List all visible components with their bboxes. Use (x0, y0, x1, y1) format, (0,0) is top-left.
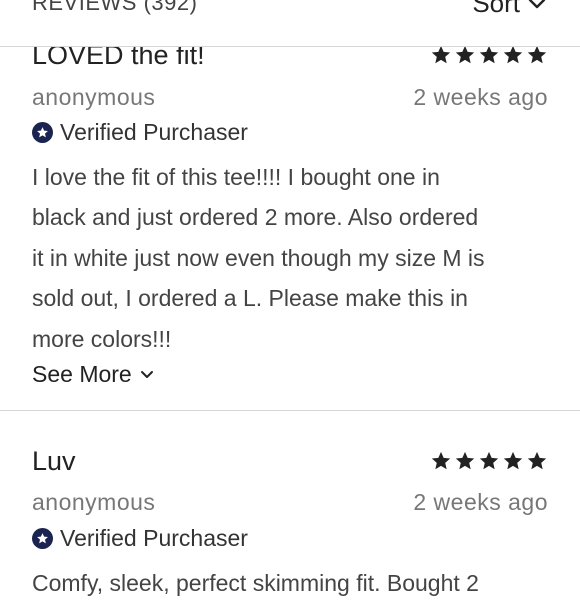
reviews-count: REVIEWS (392) (32, 0, 198, 15)
star-rating (430, 44, 548, 66)
verified-purchaser: Verified Purchaser (32, 119, 248, 146)
star-icon (479, 451, 499, 470)
see-more-button[interactable]: See More (32, 361, 154, 388)
star-icon (503, 451, 523, 470)
star-icon (455, 45, 475, 64)
review-body-line: it in white just now even though my size… (32, 244, 485, 271)
star-icon (455, 451, 475, 470)
review-date: 2 weeks ago (413, 84, 548, 110)
review-author: anonymous (32, 489, 156, 515)
verified-label: Verified Purchaser (60, 119, 248, 145)
review-body-line: sold out, I ordered a L. Please make thi… (32, 285, 468, 312)
star-icon (431, 45, 451, 64)
verified-label: Verified Purchaser (60, 525, 248, 551)
review-date: 2 weeks ago (413, 489, 548, 515)
see-more-label: See More (32, 361, 132, 387)
review-divider (0, 410, 580, 411)
review-title: Luv (32, 446, 76, 476)
review-body-line: Comfy, sleek, perfect skimming fit. Boug… (32, 570, 479, 596)
verified-purchaser: Verified Purchaser (32, 525, 248, 552)
review-author: anonymous (32, 84, 156, 110)
star-icon (527, 45, 547, 64)
chevron-down-icon (528, 0, 546, 8)
review-body: Comfy, sleek, perfect skimming fit. Boug… (32, 563, 552, 603)
sort-button[interactable]: Sort (472, 0, 546, 19)
verified-star-icon (32, 122, 53, 143)
star-icon (431, 451, 451, 470)
sort-label: Sort (472, 0, 520, 18)
star-rating (430, 450, 548, 472)
review-body: I love the fit of this tee!!!! I bought … (32, 157, 552, 359)
star-icon (479, 45, 499, 64)
review-body-line: I love the fit of this tee!!!! I bought … (32, 164, 440, 190)
reviews-header: REVIEWS (392) Sort (0, 0, 580, 47)
chevron-down-icon (140, 370, 153, 378)
verified-star-icon (32, 528, 53, 549)
review-body-line: more colors!!! (32, 325, 172, 352)
star-icon (503, 45, 523, 64)
star-icon (527, 451, 547, 470)
review-body-line: black and just ordered 2 more. Also orde… (32, 204, 479, 231)
